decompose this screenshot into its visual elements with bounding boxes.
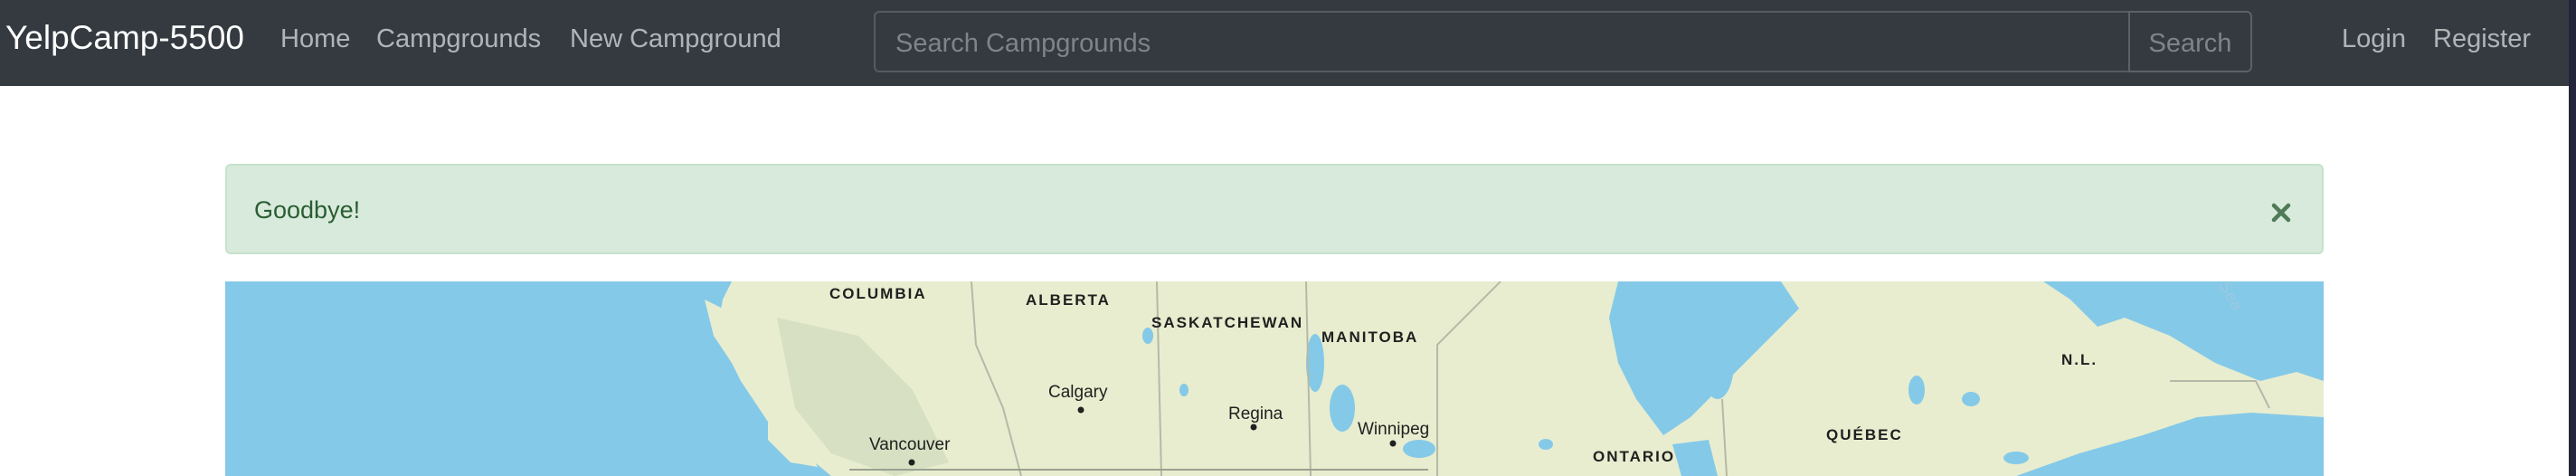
search-button[interactable]: Search: [2128, 11, 2252, 72]
window-edge: [2569, 0, 2576, 476]
register-link[interactable]: Register: [2433, 24, 2531, 54]
login-link[interactable]: Login: [2342, 24, 2406, 54]
flash-alert: Goodbye!: [225, 164, 2324, 254]
region-label-columbia: COLUMBIA: [829, 285, 927, 302]
region-label-manitoba: MANITOBA: [1321, 328, 1419, 346]
close-icon[interactable]: [2263, 193, 2299, 229]
map-canvas: [705, 281, 2324, 476]
campground-map[interactable]: COLUMBIA ALBERTA SASKATCHEWAN MANITOBA O…: [225, 281, 2324, 476]
city-label-winnipeg: Winnipeg: [1358, 420, 1430, 439]
nav-new-campground-link[interactable]: New Campground: [570, 24, 781, 54]
region-label-nl: N.L.: [2061, 351, 2098, 368]
city-label-calgary: Calgary: [1048, 383, 1108, 402]
navbar: YelpCamp-5500 Home Campgrounds New Campg…: [0, 0, 2569, 86]
nav-home-link[interactable]: Home: [280, 24, 350, 54]
alert-message: Goodbye!: [254, 196, 361, 224]
region-label-alberta: ALBERTA: [1026, 291, 1111, 309]
search-placeholder: Search Campgrounds: [895, 29, 1151, 58]
region-label-ontario: ONTARIO: [1593, 448, 1676, 465]
search-input[interactable]: Search Campgrounds: [874, 11, 2130, 72]
region-label-quebec: QUÉBEC: [1826, 426, 1903, 443]
region-label-saskatchewan: SASKATCHEWAN: [1151, 314, 1304, 331]
city-label-vancouver: Vancouver: [869, 435, 951, 454]
city-label-regina: Regina: [1228, 405, 1283, 424]
brand-link[interactable]: YelpCamp-5500: [5, 19, 244, 57]
nav-campgrounds-link[interactable]: Campgrounds: [376, 24, 541, 54]
search-button-label: Search: [2148, 29, 2232, 58]
